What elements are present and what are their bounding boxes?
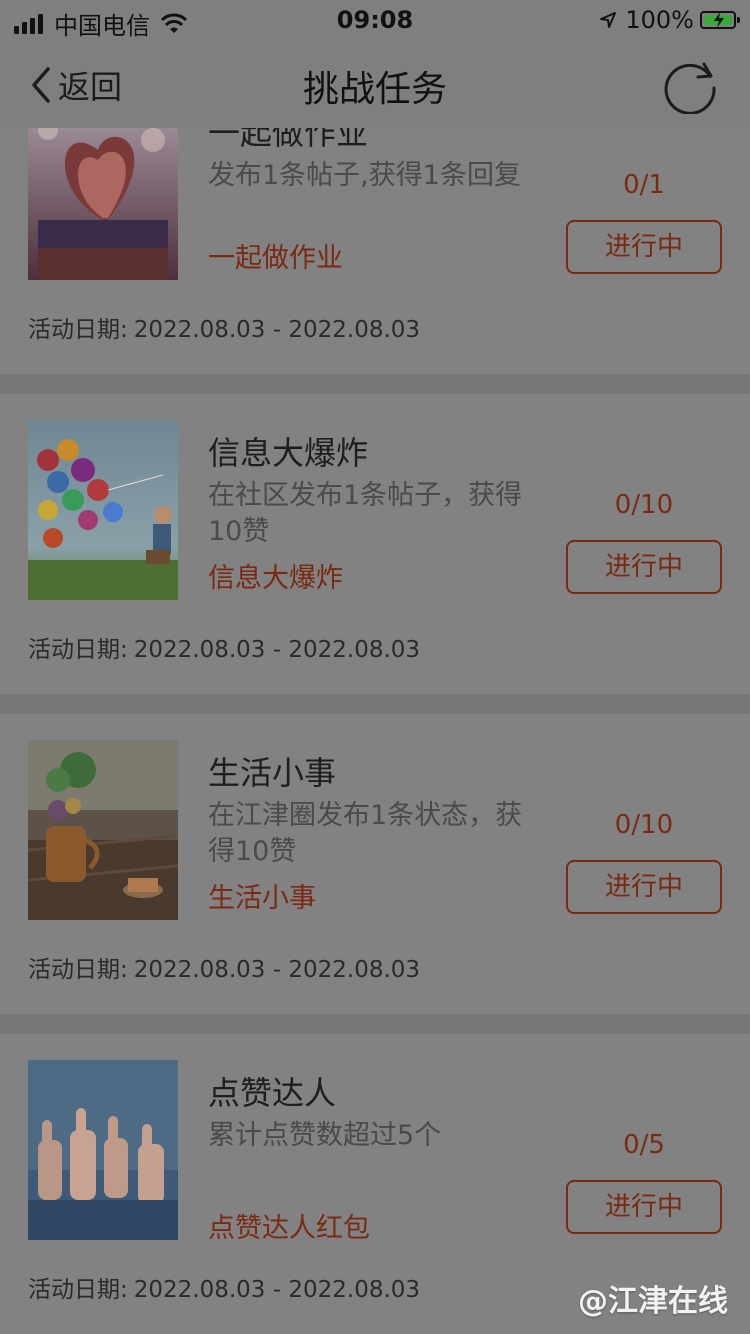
status-button[interactable]: 进行中 [566, 220, 722, 274]
navigation-bar: 返回 挑战任务 [0, 40, 750, 129]
card-divider [0, 694, 750, 714]
status-bar: 中国电信 09:08 100% [0, 0, 750, 40]
date-label: 活动日期: [28, 317, 128, 343]
task-title: 生活小事 [208, 754, 337, 792]
date-row: 活动日期: 2022.08.03 - 2022.08.03 [28, 310, 420, 344]
task-tag[interactable]: 一起做作业 [208, 236, 343, 275]
watermark: @江津在线 [578, 1284, 728, 1319]
task-tag[interactable]: 生活小事 [208, 876, 316, 915]
task-title: 点赞达人 [208, 1074, 337, 1112]
refresh-icon[interactable] [660, 54, 720, 114]
task-description: 在社区发布1条帖子，获得10赞 [208, 480, 523, 547]
task-card[interactable]: 生活小事 在江津圈发布1条状态，获得10赞 生活小事 0/10 进行中 活动日期… [0, 714, 750, 1015]
heart-book-photo [28, 128, 178, 280]
date-row: 活动日期: 2022.08.03 - 2022.08.03 [28, 1270, 420, 1304]
task-image [28, 740, 178, 920]
task-title: 信息大爆炸 [208, 434, 369, 472]
task-tag[interactable]: 信息大爆炸 [208, 556, 343, 595]
thumbs-up-photo [28, 1060, 178, 1240]
task-list[interactable]: 一起做作业 发布1条帖子,获得1条回复 一起做作业 0/1 进行中 活动日期: 2… [0, 128, 750, 1334]
date-label: 活动日期: [28, 957, 128, 983]
task-description: 在江津圈发布1条状态，获得10赞 [208, 800, 523, 867]
card-divider [0, 1014, 750, 1034]
status-button[interactable]: 进行中 [566, 1180, 722, 1234]
task-description: 发布1条帖子,获得1条回复 [208, 160, 521, 191]
task-tag[interactable]: 点赞达人红包 [208, 1206, 370, 1245]
location-arrow-icon [600, 12, 617, 28]
date-range: 2022.08.03 - 2022.08.03 [133, 317, 421, 343]
teapot-table-photo [28, 740, 178, 920]
date-label: 活动日期: [28, 637, 128, 663]
task-progress: 0/10 [614, 810, 674, 840]
status-button[interactable]: 进行中 [566, 540, 722, 594]
screen: 中国电信 09:08 100% 返回 挑战任务 一起做作业 发布1条帖子,获得1… [0, 0, 750, 1334]
task-description: 累计点赞数超过5个 [208, 1120, 442, 1151]
task-progress: 0/1 [623, 170, 665, 200]
status-right: 100% [599, 6, 740, 34]
status-button[interactable]: 进行中 [566, 860, 722, 914]
task-card[interactable]: 一起做作业 发布1条帖子,获得1条回复 一起做作业 0/1 进行中 活动日期: 2… [0, 128, 750, 375]
date-label: 活动日期: [28, 1277, 128, 1303]
battery-percent: 100% [625, 6, 694, 34]
date-row: 活动日期: 2022.08.03 - 2022.08.03 [28, 950, 420, 984]
card-divider [0, 374, 750, 394]
task-card[interactable]: 信息大爆炸 在社区发布1条帖子，获得10赞 信息大爆炸 0/10 进行中 活动日… [0, 394, 750, 695]
date-range: 2022.08.03 - 2022.08.03 [133, 957, 421, 983]
page-title: 挑战任务 [302, 69, 447, 110]
date-range: 2022.08.03 - 2022.08.03 [133, 1277, 421, 1303]
task-progress: 0/5 [623, 1130, 665, 1160]
task-title: 一起做作业 [208, 128, 369, 152]
date-range: 2022.08.03 - 2022.08.03 [133, 637, 421, 663]
task-image [28, 420, 178, 600]
balloons-photo [28, 420, 178, 600]
task-image [28, 128, 178, 280]
task-image [28, 1060, 178, 1240]
battery-charging-icon [700, 11, 740, 29]
task-progress: 0/10 [614, 490, 674, 520]
date-row: 活动日期: 2022.08.03 - 2022.08.03 [28, 630, 420, 664]
